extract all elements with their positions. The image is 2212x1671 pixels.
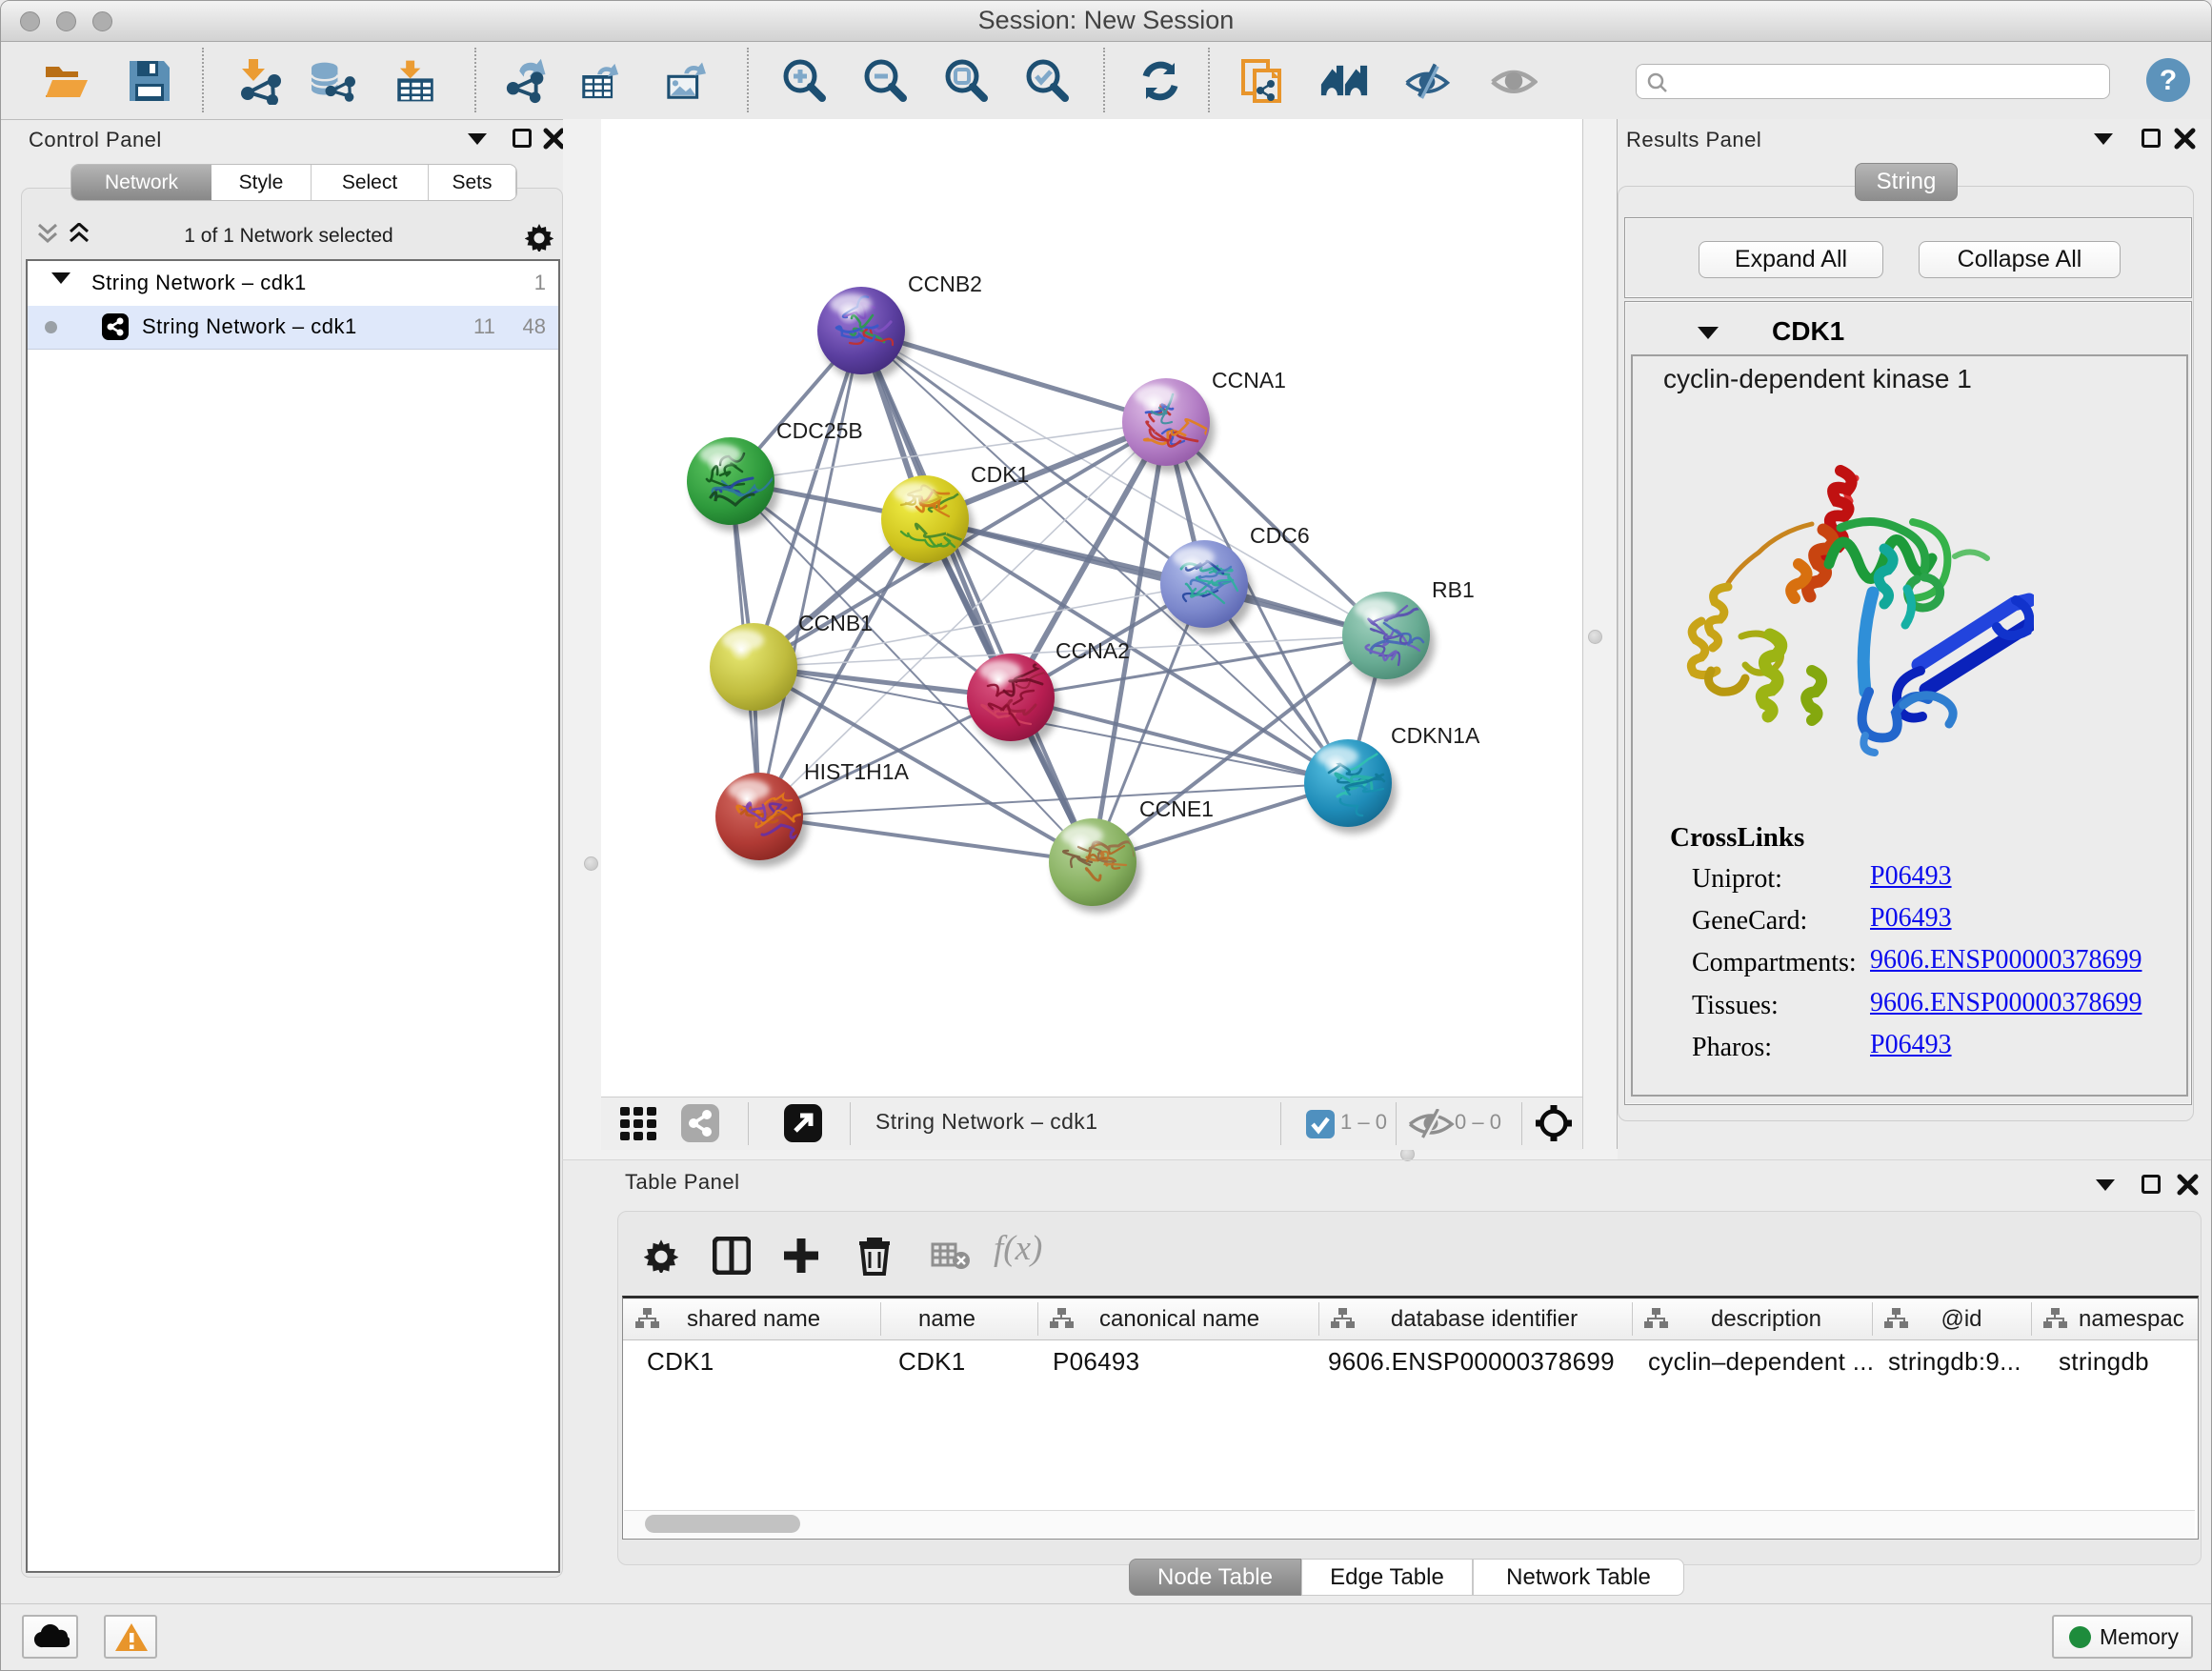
svg-text:CDC25B: CDC25B: [776, 418, 863, 443]
svg-text:CCNB1: CCNB1: [798, 611, 873, 635]
svg-text:CCNA2: CCNA2: [1056, 638, 1130, 663]
svg-text:HIST1H1A: HIST1H1A: [804, 759, 910, 784]
svg-text:CCNE1: CCNE1: [1139, 796, 1214, 821]
svg-text:CDK1: CDK1: [971, 462, 1029, 487]
svg-text:CCNB2: CCNB2: [908, 272, 982, 296]
svg-text:?: ?: [2160, 65, 2177, 96]
svg-text:CCNA1: CCNA1: [1212, 368, 1286, 393]
svg-text:CDC6: CDC6: [1250, 523, 1310, 548]
svg-text:CDKN1A: CDKN1A: [1391, 723, 1480, 748]
svg-text:RB1: RB1: [1432, 577, 1475, 602]
